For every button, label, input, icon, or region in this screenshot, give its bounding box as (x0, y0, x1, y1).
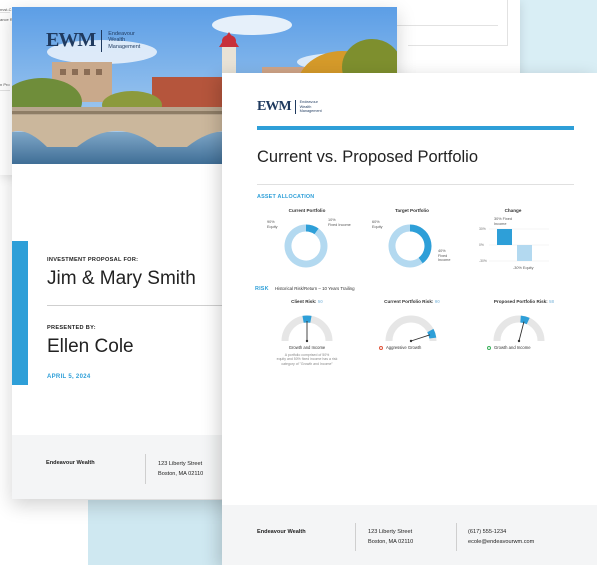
target-equity-label: 60% Equity (372, 220, 383, 229)
target-portfolio-title: Target Portfolio (395, 208, 429, 213)
gauge-highlight (520, 315, 530, 325)
footer-divider (456, 523, 457, 551)
ewm-logo: EWM Endeavour Wealth Management (257, 99, 322, 115)
proposed-risk-gauge (493, 315, 545, 343)
current-fixed-label: 10% Fixed Income (328, 218, 351, 227)
change-bar-fixed-income (497, 229, 512, 245)
title-divider (257, 184, 574, 185)
logo-wordmark: Endeavour Wealth Management (299, 100, 322, 114)
change-bar-equity (517, 245, 532, 261)
gauge-pivot (517, 339, 521, 343)
gauge-pivot (409, 339, 413, 343)
change-bar-chart: 30% 0% -30% (479, 227, 549, 263)
back-page-rule (408, 45, 508, 46)
back-page-text-fragment: ance R (0, 17, 13, 22)
client-name: Jim & Mary Smith (47, 268, 196, 289)
donut-slice-fixed-income (305, 224, 319, 235)
change-axis-tick: 0% (479, 243, 484, 247)
client-risk-note: A portfolio comprised of 50% equity and 5… (276, 353, 338, 366)
target-allocation-donut (388, 224, 432, 268)
cover-accent-bar (12, 241, 28, 385)
check-icon (487, 345, 491, 350)
header-accent-bar (257, 126, 574, 130)
proposed-risk-category: Growth and Income (487, 345, 531, 350)
cover-footer-divider (145, 454, 146, 484)
ewm-logo: EWM Endeavour Wealth Management (46, 29, 140, 52)
risk-subheading: Historical Risk/Return – 10 Years Traili… (275, 286, 355, 291)
cover-divider (47, 305, 247, 306)
back-page-rule (0, 12, 10, 13)
footer-company: Endeavour Wealth (257, 529, 306, 535)
logo-divider (101, 29, 103, 52)
cover-footer-address: 123 Liberty Street Boston, MA 02110 (158, 461, 204, 477)
gauge-needle (518, 321, 525, 342)
current-portfolio-title: Current Portfolio (288, 208, 326, 213)
client-risk-category: Growth and Income (288, 345, 326, 350)
client-risk-title: Client Risk: 50 (291, 299, 323, 304)
donut-slice-fixed-income (409, 224, 432, 264)
asset-allocation-heading: ASSET ALLOCATION (257, 194, 315, 200)
logo-mark: EWM (46, 29, 96, 51)
risk-heading: RISK (255, 286, 269, 292)
back-page-rule (507, 0, 508, 46)
back-page-text-fragment: n Pro (0, 82, 10, 87)
back-page-rule (396, 25, 498, 26)
target-fixed-label: 40% Fixed Income (438, 249, 451, 263)
donut-slice-equity (388, 224, 423, 268)
footer-address: 123 Liberty Street Boston, MA 02110 (368, 529, 414, 545)
current-equity-label: 90% Equity (267, 220, 278, 229)
back-page-rule (0, 90, 10, 91)
footer-contact: (617) 555-1234 ecole@endeavourwm.com (468, 529, 535, 545)
proposed-risk-title: Proposed Portfolio Risk: 58 (493, 299, 555, 304)
logo-wordmark: Endeavour Wealth Management (108, 31, 141, 50)
presented-by-label: PRESENTED BY: (47, 325, 96, 331)
client-risk-gauge (281, 315, 333, 343)
portfolio-comparison-page: EWM Endeavour Wealth Management Current … (222, 73, 597, 565)
advisor-name: Ellen Cole (47, 336, 134, 357)
page-title: Current vs. Proposed Portfolio (257, 148, 479, 166)
footer-divider (355, 523, 356, 551)
current-risk-category: Aggressive Growth (379, 345, 421, 350)
current-risk-gauge (385, 315, 437, 343)
current-allocation-donut (284, 224, 328, 268)
change-chart-title: Change (504, 208, 522, 213)
proposal-date: APRIL 5, 2024 (47, 374, 91, 380)
logo-divider (294, 100, 296, 114)
cover-footer-company: Endeavour Wealth (46, 460, 95, 466)
gauge-needle (410, 334, 431, 342)
current-risk-title: Current Portfolio Risk: 90 (384, 299, 440, 304)
logo-mark: EWM (257, 99, 292, 114)
change-axis-tick: 30% (479, 227, 486, 231)
proposal-label: INVESTMENT PROPOSAL FOR: (47, 257, 139, 263)
gauge-track (385, 315, 437, 342)
gauge-pivot (305, 339, 309, 343)
warning-icon (379, 345, 383, 350)
donut-slice-equity (284, 224, 328, 268)
gauge-track (493, 315, 545, 342)
gauge-highlight (427, 328, 437, 339)
change-axis-tick: -30% (479, 259, 487, 263)
